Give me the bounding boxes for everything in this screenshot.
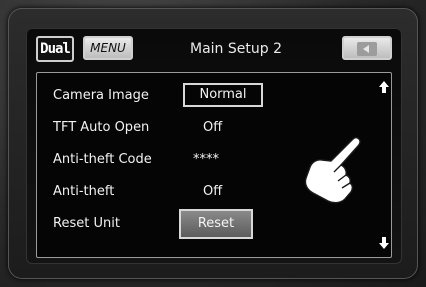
setting-label: Anti-theft Code <box>53 152 152 167</box>
anti-theft-code-value[interactable]: **** <box>193 147 219 173</box>
tft-auto-open-value[interactable]: Off <box>203 115 222 141</box>
header: Dual MENU Main Setup 2 <box>26 28 402 68</box>
anti-theft-value[interactable]: Off <box>203 179 222 205</box>
camera-image-selector[interactable]: Normal <box>183 83 263 107</box>
setting-row-reset-unit: Reset Unit Reset <box>53 209 373 239</box>
reset-button[interactable]: Reset <box>179 209 253 239</box>
hand-pointer-icon <box>304 136 361 204</box>
back-icon <box>357 42 377 56</box>
setting-label: Anti-theft <box>53 184 115 199</box>
setting-label: Reset Unit <box>53 216 120 231</box>
menu-button[interactable]: MENU <box>83 36 133 60</box>
arrow-up-icon[interactable] <box>379 81 389 93</box>
page-title: Main Setup 2 <box>190 41 282 57</box>
settings-panel: Camera Image Normal TFT Auto Open Off An… <box>36 72 392 258</box>
arrow-down-icon[interactable] <box>379 237 389 249</box>
setting-label: Camera Image <box>53 88 149 103</box>
screen: Dual MENU Main Setup 2 Camera Image Norm… <box>26 28 402 264</box>
setting-label: TFT Auto Open <box>53 120 150 135</box>
back-button[interactable] <box>342 36 392 60</box>
setting-row-camera-image: Camera Image Normal <box>53 83 373 109</box>
brand-logo: Dual <box>36 36 74 62</box>
